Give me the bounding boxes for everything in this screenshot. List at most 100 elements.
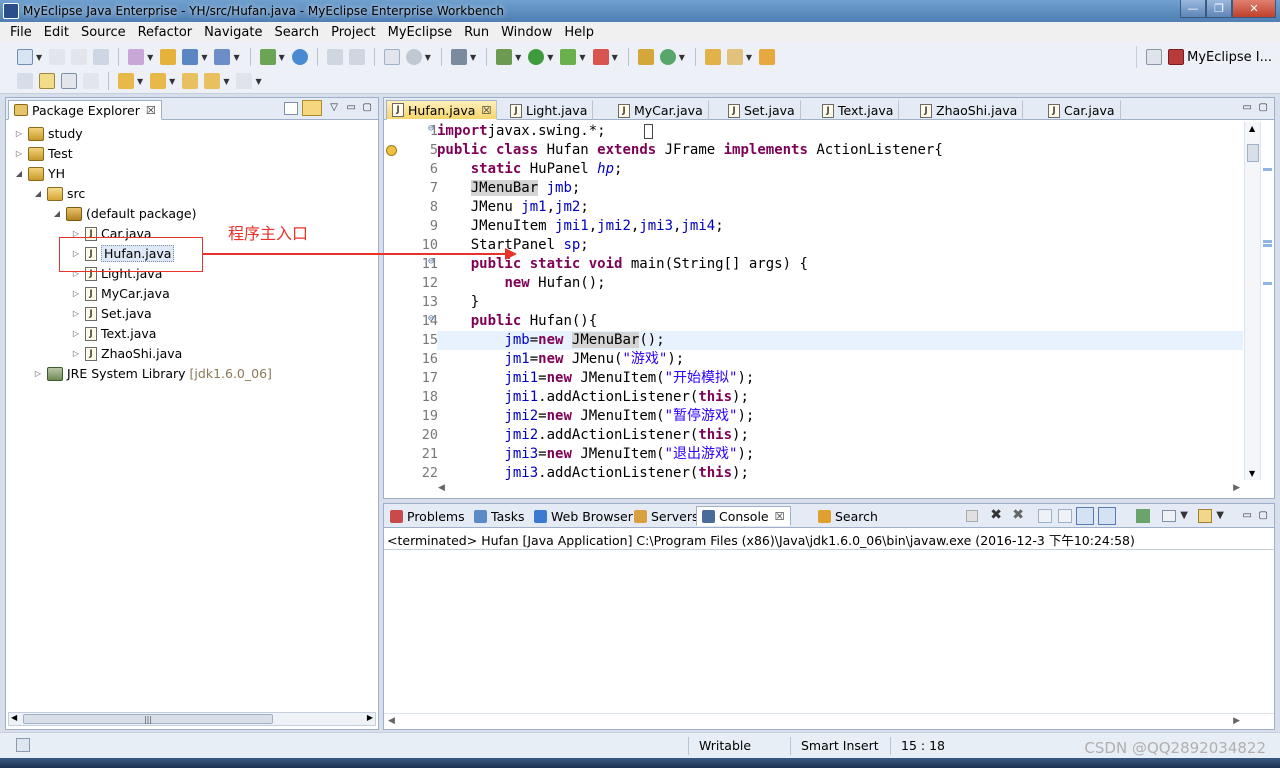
run-icon[interactable] [528,49,545,65]
scroll-right-icon[interactable]: ▶ [367,713,373,722]
maximize-view-icon[interactable]: ▢ [1259,510,1268,521]
collapse-all-icon[interactable] [284,102,298,115]
terminate-icon[interactable] [966,510,978,522]
close-button[interactable]: ✕ [1232,0,1276,18]
forward-arrow-icon[interactable] [236,73,253,89]
perspective-switcher[interactable]: MyEclipse I... [1136,46,1272,68]
pin-console-icon[interactable] [1136,509,1150,523]
server-icon[interactable] [182,49,199,65]
toggle-mark-occurrences-icon[interactable] [39,73,55,89]
warning-bulb-icon[interactable] [386,145,397,156]
collapsed-arrow-icon[interactable]: ▷ [14,129,24,138]
deploy-icon[interactable] [160,49,177,65]
hscroll-thumb[interactable]: ||| [23,714,273,724]
vscroll-thumb[interactable] [1247,144,1259,162]
open-type-icon[interactable] [704,49,721,65]
menu-refactor[interactable]: Refactor [132,25,199,40]
run-tools-icon[interactable] [560,49,577,65]
debug-icon[interactable] [496,49,513,65]
open-task-icon[interactable] [726,49,743,65]
scroll-left-icon[interactable]: ◀ [11,713,17,722]
cut-icon[interactable] [326,49,343,65]
menu-window[interactable]: Window [495,25,558,40]
fold-toggle-icon[interactable]: ⊖ [428,123,434,134]
scroll-right-icon[interactable]: ▶ [1233,483,1240,493]
tree-item[interactable]: ◢ YH [14,164,65,183]
collapsed-arrow-icon[interactable]: ▷ [71,349,81,358]
expanded-arrow-icon[interactable]: ◢ [33,189,43,198]
editor-tab-set[interactable]: J Set.java [722,100,801,120]
menu-navigate[interactable]: Navigate [198,25,268,40]
menu-edit[interactable]: Edit [38,25,75,40]
minimize-view-icon[interactable]: ▭ [1243,510,1252,521]
tree-item[interactable]: ▷ J MyCar.java [71,284,170,303]
tab-problems[interactable]: Problems [384,506,471,526]
editor-tab-text[interactable]: J Text.java [816,100,900,120]
new-class-icon[interactable] [259,49,276,65]
minimize-editor-icon[interactable]: ▭ [1243,102,1252,113]
browser-icon[interactable] [214,49,231,65]
console-output[interactable] [384,549,1274,711]
copy-icon[interactable] [348,49,365,65]
expanded-arrow-icon[interactable]: ◢ [52,209,62,218]
open-console-icon[interactable] [1198,509,1212,523]
tree-item[interactable]: ▷ J ZhaoShi.java [71,344,182,363]
show-on-stderr-icon[interactable] [1098,507,1116,525]
link-with-editor-icon[interactable] [302,100,322,116]
tab-web-browser[interactable]: Web Browser [528,506,639,526]
image-editor-icon[interactable] [383,49,400,65]
menu-search[interactable]: Search [268,25,325,40]
menu-project[interactable]: Project [325,25,381,40]
collapsed-arrow-icon[interactable]: ▷ [14,149,24,158]
maximize-button[interactable]: ❐ [1206,0,1232,18]
tree-item[interactable]: ▷ study [14,124,83,143]
close-icon[interactable]: ☒ [481,104,491,117]
scroll-left-icon[interactable]: ◀ [438,483,445,493]
package-explorer-tab[interactable]: Package Explorer ☒ [8,100,162,120]
save-icon[interactable] [49,49,66,65]
close-icon[interactable]: ☒ [146,104,156,117]
block-selection-icon[interactable] [61,73,77,89]
show-on-stdout-icon[interactable] [1076,507,1094,525]
external-tools-icon[interactable] [592,49,609,65]
search-toolbar-icon[interactable] [759,49,776,65]
remove-all-terminated-icon[interactable]: ✖ [1012,507,1024,523]
last-edit-location-icon[interactable] [182,73,199,89]
show-whitespace-icon[interactable] [83,73,99,89]
code-editor[interactable]: 1 ⊖ 5 6 7 8 9 10 11 ⊖ 12 13 14 ⊖ 15 16 17 18 19 20 21 22 impo… [384,122,1244,480]
maximize-view-icon[interactable]: ▢ [363,102,372,113]
tab-servers[interactable]: Servers [628,506,705,526]
monitor-icon[interactable] [450,49,467,65]
chevron-down-icon[interactable]: ▼ [1216,510,1224,521]
minimize-button[interactable]: — [1180,0,1206,18]
scroll-lock-icon[interactable] [1058,509,1072,523]
scroll-down-icon[interactable]: ▼ [1249,469,1255,478]
display-console-icon[interactable] [1162,510,1176,522]
menu-file[interactable]: File [4,25,38,40]
tab-tasks[interactable]: Tasks [468,506,531,526]
menu-help[interactable]: Help [558,25,600,40]
save-all-icon[interactable] [71,49,88,65]
chevron-down-icon[interactable]: ▼ [1180,510,1188,521]
tree-item[interactable]: ▷ J Set.java [71,304,152,323]
close-icon[interactable]: ☒ [775,510,785,523]
editor-tab-car[interactable]: J Car.java [1042,100,1121,120]
remove-launch-icon[interactable]: ✖ [990,507,1002,523]
next-annotation-down-icon[interactable] [118,73,134,89]
fast-view-icon[interactable] [16,738,30,752]
console-hscrollbar[interactable]: ◀ ▶ [384,713,1274,729]
clear-console-icon[interactable] [1038,509,1052,523]
fold-toggle-icon[interactable]: ⊖ [428,313,434,324]
editor-tab-light[interactable]: J Light.java [504,100,594,120]
collapsed-arrow-icon[interactable]: ▷ [71,329,81,338]
menu-source[interactable]: Source [75,25,132,40]
tree-item[interactable]: ▷ JRE System Library [jdk1.6.0_06] [33,364,272,383]
collapsed-arrow-icon[interactable]: ▷ [71,309,81,318]
next-annotation-icon[interactable] [17,73,33,89]
collapsed-arrow-icon[interactable]: ▷ [71,289,81,298]
print-icon[interactable] [93,49,110,65]
menu-myeclipse[interactable]: MyEclipse [382,25,459,40]
tab-console[interactable]: Console ☒ [696,506,791,526]
expanded-arrow-icon[interactable]: ◢ [14,169,24,178]
scroll-right-icon[interactable]: ▶ [1233,716,1240,726]
